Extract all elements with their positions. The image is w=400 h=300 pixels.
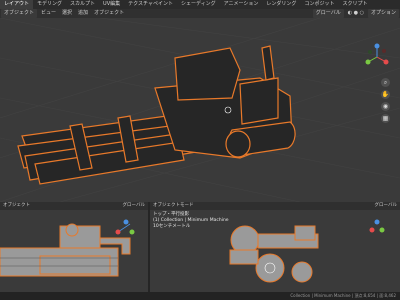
tab-animation[interactable]: アニメーション	[220, 0, 263, 9]
top-menu-bar: レイアウト モデリング スカルプト UV編集 テクスチャペイント シェーディング…	[0, 0, 400, 9]
minigun-model[interactable]	[0, 18, 400, 202]
status-text: Collection | Minimum Machine | 頂点:8,654 …	[290, 293, 396, 298]
side-view-viewport[interactable]: オブジェクト グローバル	[0, 202, 148, 292]
orientation-dropdown[interactable]: グローバル	[312, 9, 344, 18]
bottom-split-area: オブジェクト グローバル オブジェクトモード グローバル トップ・平行投影 (1…	[0, 202, 400, 300]
navigation-gizmo[interactable]	[362, 42, 392, 72]
top-view-model[interactable]	[150, 210, 400, 292]
zoom-icon[interactable]: ⌕	[381, 78, 390, 87]
side-mode-selector[interactable]: オブジェクト	[0, 202, 33, 210]
tab-scripting[interactable]: スクリプト	[338, 0, 371, 9]
tab-uv[interactable]: UV編集	[99, 0, 124, 9]
camera-icon[interactable]: ◉	[381, 102, 390, 111]
mode-selector[interactable]: オブジェクト	[1, 9, 38, 18]
top-view-viewport[interactable]: オブジェクトモード グローバル トップ・平行投影 (1) Collection …	[150, 202, 400, 292]
tab-compositing[interactable]: コンポジット	[300, 0, 338, 9]
top-view-header: オブジェクトモード グローバル	[150, 202, 400, 210]
menu-add[interactable]: 追加	[75, 9, 91, 18]
tab-sculpt[interactable]: スカルプト	[66, 0, 99, 9]
perspective-grid-icon[interactable]: ▦	[381, 114, 390, 123]
tab-shading[interactable]: シェーディング	[177, 0, 220, 9]
menu-object[interactable]: オブジェクト	[91, 9, 127, 18]
shading-modes[interactable]: ◐ ● ○	[345, 9, 367, 18]
top-orientation-dropdown[interactable]: グローバル	[372, 202, 400, 210]
side-orientation-dropdown[interactable]: グローバル	[120, 202, 148, 210]
tab-layout[interactable]: レイアウト	[0, 0, 34, 9]
side-view-model[interactable]	[0, 210, 148, 292]
pan-hand-icon[interactable]: ✋	[381, 90, 390, 99]
tab-texture-paint[interactable]: テクスチャペイント	[124, 0, 177, 9]
tab-modeling[interactable]: モデリング	[33, 0, 66, 9]
side-view-header: オブジェクト グローバル	[0, 202, 148, 210]
options-dropdown[interactable]: オプション	[367, 9, 399, 18]
top-mode-selector[interactable]: オブジェクトモード	[150, 202, 197, 210]
tab-rendering[interactable]: レンダリング	[262, 0, 300, 9]
menu-view[interactable]: ビュー	[38, 9, 59, 18]
viewport-header: オブジェクト ビュー 選択 追加 オブジェクト グローバル ◐ ● ○ オプショ…	[0, 9, 400, 18]
main-3d-viewport[interactable]: ⌕ ✋ ◉ ▦	[0, 18, 400, 202]
menu-select[interactable]: 選択	[59, 9, 75, 18]
status-bar: Collection | Minimum Machine | 頂点:8,654 …	[0, 292, 400, 300]
